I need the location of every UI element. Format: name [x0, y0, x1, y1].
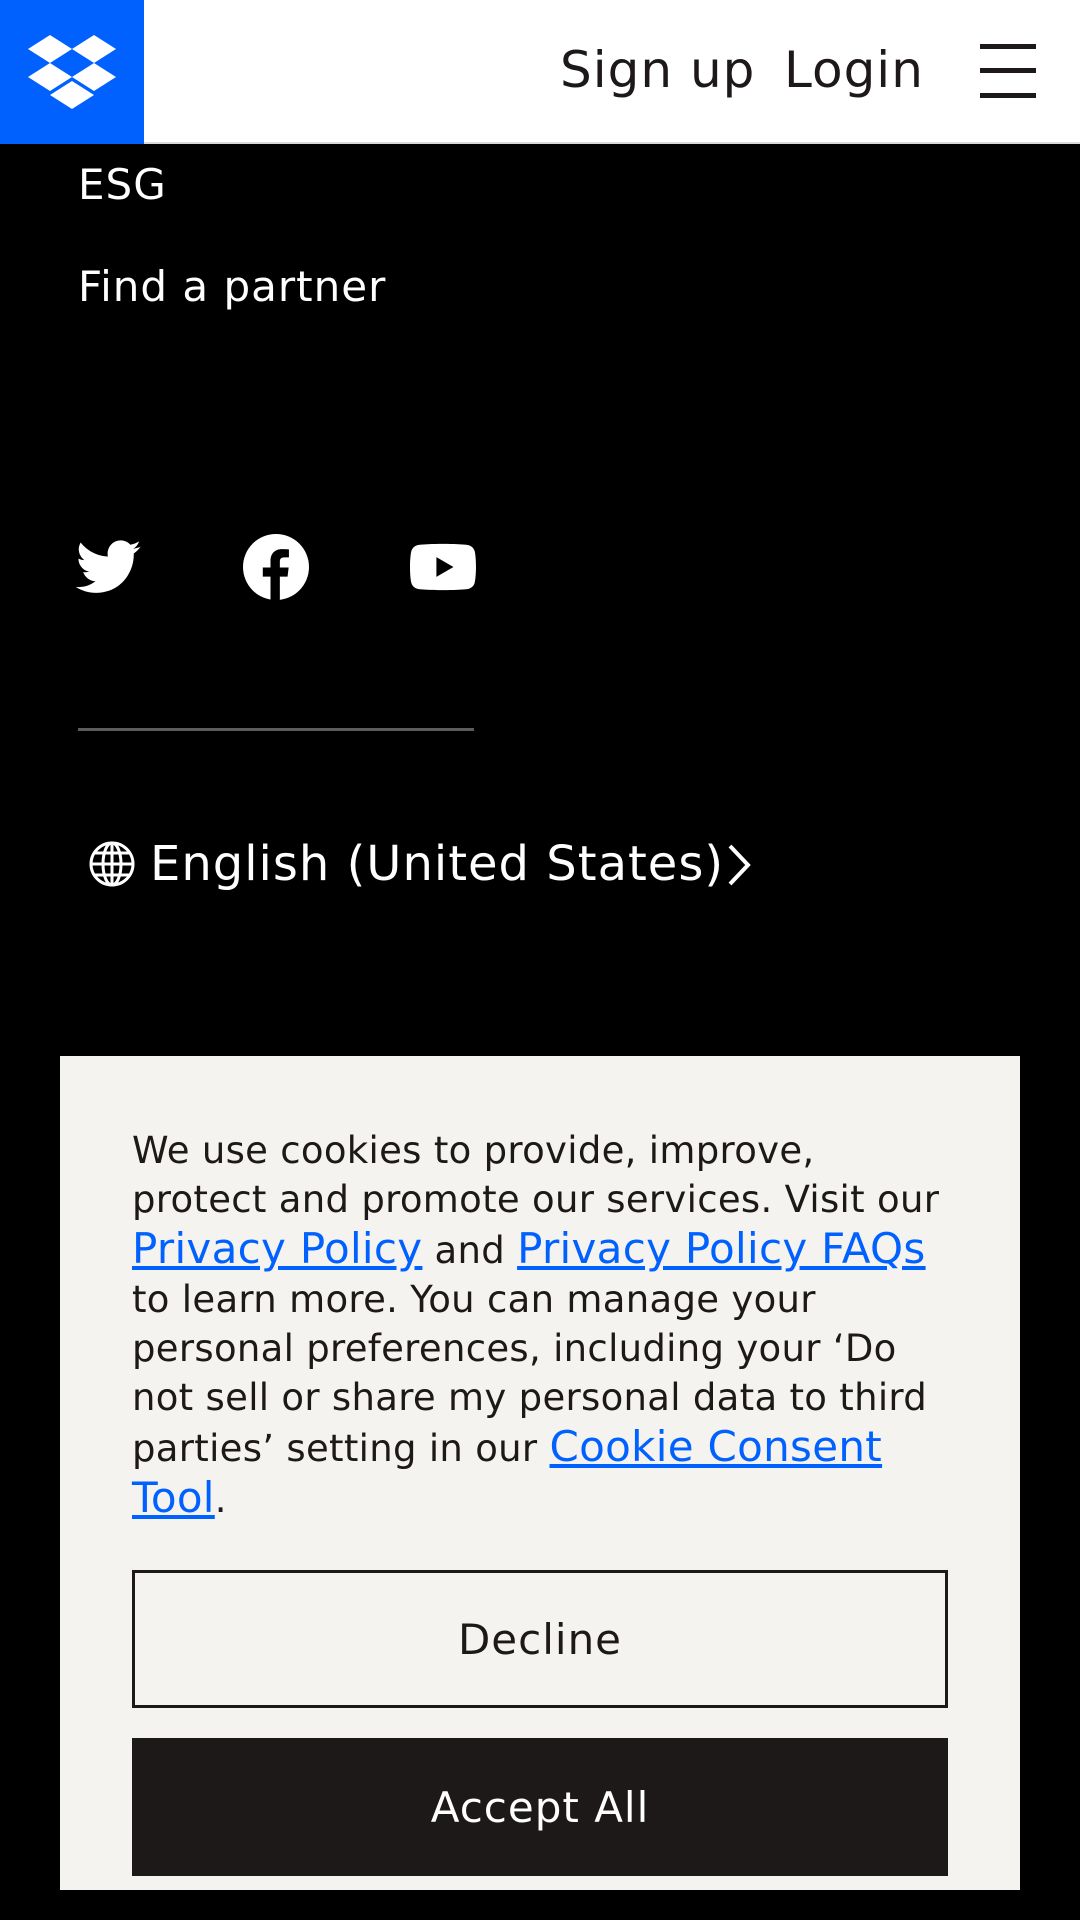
accept-all-button[interactable]: Accept All [132, 1738, 948, 1876]
privacy-faq-link[interactable]: Privacy Policy FAQs [517, 1224, 926, 1273]
cookie-consent-banner: We use cookies to provide, improve, prot… [60, 1056, 1020, 1890]
footer-link-find-partner[interactable]: Find a partner [78, 262, 386, 312]
language-selector[interactable]: English (United States) [88, 832, 768, 896]
cookie-text-1: We use cookies to provide, improve, prot… [132, 1129, 940, 1221]
dropbox-logo[interactable] [0, 0, 144, 144]
language-label: English (United States) [150, 836, 725, 892]
dropbox-logo-icon [28, 35, 116, 109]
hamburger-menu-icon[interactable] [980, 44, 1036, 98]
facebook-icon[interactable] [243, 534, 309, 600]
page: Sign up Login ESG Find a partner English… [0, 0, 1080, 1920]
top-header: Sign up Login [0, 0, 1080, 144]
signup-link[interactable]: Sign up [560, 40, 755, 100]
login-link[interactable]: Login [784, 40, 924, 100]
youtube-icon[interactable] [410, 534, 476, 600]
cookie-message: We use cookies to provide, improve, prot… [132, 1126, 952, 1524]
chevron-right-icon [728, 844, 751, 886]
globe-icon [89, 841, 135, 887]
decline-button[interactable]: Decline [132, 1570, 948, 1708]
footer-divider [78, 728, 474, 731]
privacy-policy-link[interactable]: Privacy Policy [132, 1224, 422, 1273]
cookie-text-2: and [422, 1229, 518, 1272]
cookie-text-4: . [214, 1478, 227, 1521]
footer-link-esg[interactable]: ESG [78, 160, 167, 210]
twitter-icon[interactable] [76, 534, 142, 600]
